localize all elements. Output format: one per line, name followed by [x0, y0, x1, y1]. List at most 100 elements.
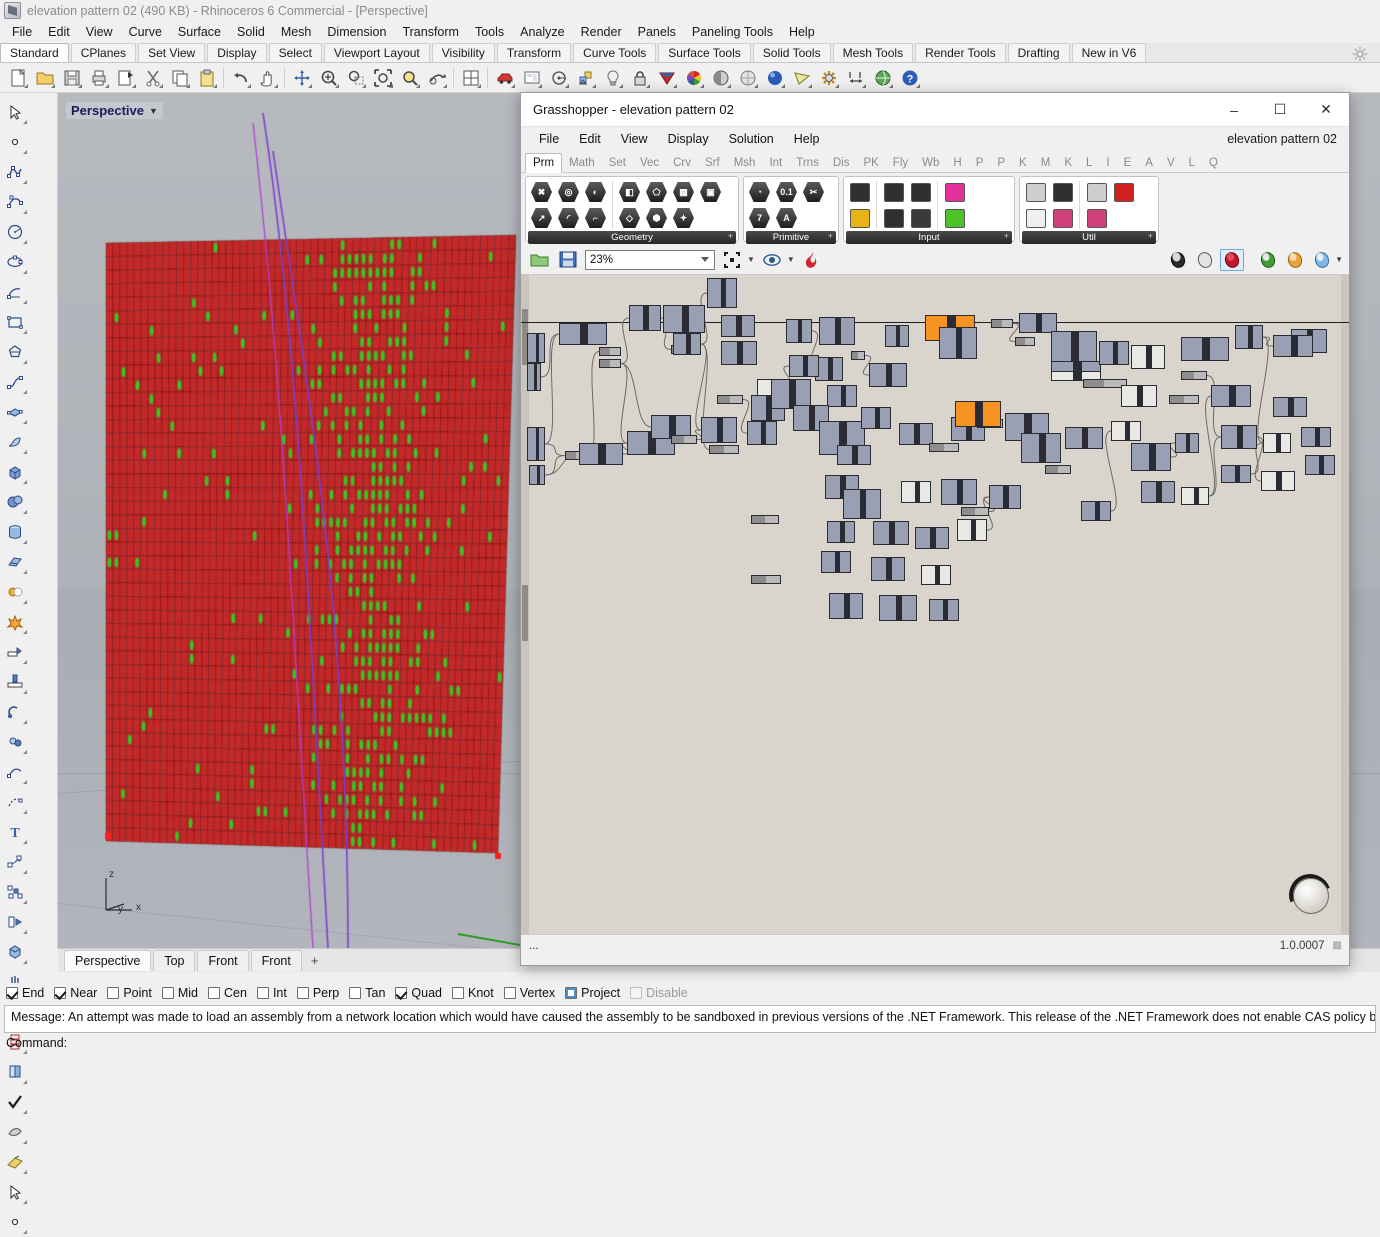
- render-icon[interactable]: [761, 65, 788, 91]
- group-icon[interactable]: [1023, 180, 1048, 204]
- gh-node[interactable]: [827, 521, 855, 543]
- zoom-in-icon[interactable]: [315, 65, 342, 91]
- circle-icon[interactable]: ◎: [556, 180, 581, 204]
- gh-number-slider[interactable]: [1045, 465, 1071, 474]
- dimension-icon[interactable]: [842, 65, 869, 91]
- rotate-view-icon[interactable]: [288, 65, 315, 91]
- toolbar-tab-set-view[interactable]: Set View: [138, 43, 206, 62]
- gh-tab-wb-12[interactable]: Wb: [915, 154, 946, 172]
- checkbox-icon[interactable]: [349, 987, 362, 999]
- cluster-icon[interactable]: [1050, 180, 1075, 204]
- osnap-perp[interactable]: Perp: [296, 986, 339, 1000]
- select-arrow-icon[interactable]: [0, 97, 29, 127]
- gh-number-slider[interactable]: [717, 395, 743, 404]
- gh-menu-help[interactable]: Help: [784, 129, 830, 149]
- gh-number-slider[interactable]: [599, 359, 621, 368]
- trim-icon[interactable]: [0, 637, 29, 667]
- gh-node[interactable]: [529, 465, 545, 485]
- menu-item-tools[interactable]: Tools: [467, 23, 512, 41]
- plane-icon[interactable]: ◇: [617, 206, 642, 230]
- gh-tab-q-25[interactable]: Q: [1202, 154, 1225, 172]
- boolean-intersection-icon[interactable]: [0, 787, 29, 817]
- wireframe-preview-icon[interactable]: [1193, 249, 1217, 271]
- gh-number-slider[interactable]: [1169, 395, 1199, 404]
- gh-number-slider[interactable]: [1181, 371, 1207, 380]
- gradient-icon[interactable]: [942, 180, 967, 204]
- gh-node[interactable]: [1131, 345, 1165, 369]
- toolbar-tab-surface-tools[interactable]: Surface Tools: [658, 43, 751, 62]
- menu-item-analyze[interactable]: Analyze: [512, 23, 572, 41]
- polyline-icon[interactable]: [0, 157, 29, 187]
- gh-tab-a-22[interactable]: A: [1138, 154, 1160, 172]
- gh-node[interactable]: [1273, 335, 1313, 357]
- gh-menu-edit[interactable]: Edit: [569, 129, 611, 149]
- gh-node[interactable]: [819, 317, 855, 345]
- chevron-down-icon[interactable]: ▼: [1335, 255, 1343, 264]
- gh-tab-m-17[interactable]: M: [1034, 154, 1058, 172]
- earth-icon[interactable]: [869, 65, 896, 91]
- checkbox-icon[interactable]: [565, 987, 578, 999]
- menu-item-panels[interactable]: Panels: [630, 23, 684, 41]
- toolbar-tab-render-tools[interactable]: Render Tools: [915, 43, 1006, 62]
- gh-node[interactable]: [1051, 331, 1097, 365]
- fillet-icon[interactable]: [0, 697, 29, 727]
- ribbon-expand-icon[interactable]: +: [828, 231, 833, 241]
- gh-node[interactable]: [837, 445, 871, 465]
- cylinder-icon[interactable]: [0, 517, 29, 547]
- boolean-icon[interactable]: ◔: [747, 180, 772, 204]
- checkbox-icon[interactable]: [630, 987, 643, 999]
- stack-icon[interactable]: [0, 1087, 29, 1117]
- data-recorder-icon[interactable]: [1050, 206, 1075, 230]
- knob-icon[interactable]: [881, 206, 906, 230]
- gh-node[interactable]: [941, 479, 977, 505]
- surface-icon[interactable]: ◧: [617, 180, 642, 204]
- menu-item-surface[interactable]: Surface: [170, 23, 229, 41]
- gh-node-highlighted[interactable]: [955, 401, 1001, 427]
- copy-object-icon[interactable]: [0, 1117, 29, 1147]
- gh-node[interactable]: [629, 305, 661, 331]
- gh-node[interactable]: [1131, 443, 1171, 471]
- osnap-int[interactable]: Int: [256, 986, 287, 1000]
- checkbox-icon[interactable]: [503, 987, 516, 999]
- osnap-knot[interactable]: Knot: [452, 986, 494, 1000]
- bake-flame-icon[interactable]: [800, 249, 824, 271]
- geometry-point-icon[interactable]: ✖: [529, 180, 554, 204]
- osnap-cen[interactable]: Cen: [208, 986, 247, 1000]
- grid-array-icon[interactable]: [0, 1057, 29, 1087]
- check-icon[interactable]: [0, 1147, 29, 1177]
- menu-item-transform[interactable]: Transform: [394, 23, 467, 41]
- integer-icon[interactable]: 7: [747, 206, 772, 230]
- zoom-dynamic-icon[interactable]: [423, 65, 450, 91]
- gh-menu-view[interactable]: View: [611, 129, 658, 149]
- gh-node[interactable]: [871, 557, 905, 581]
- gh-number-slider[interactable]: [671, 435, 697, 444]
- gh-node[interactable]: [721, 315, 755, 337]
- control-point-curve-icon[interactable]: [0, 187, 29, 217]
- move-icon[interactable]: [0, 907, 29, 937]
- gh-tab-p-14[interactable]: P: [969, 154, 991, 172]
- surface-from-points-icon[interactable]: [0, 397, 29, 427]
- gh-node[interactable]: [721, 341, 757, 365]
- gh-node[interactable]: [527, 363, 541, 391]
- gh-node[interactable]: [989, 485, 1021, 509]
- gh-node[interactable]: [1175, 433, 1199, 453]
- gh-node[interactable]: [1181, 337, 1229, 361]
- button-icon[interactable]: [881, 180, 906, 204]
- toolbar-tab-standard[interactable]: Standard: [0, 43, 69, 62]
- preview-blue-icon[interactable]: [1310, 249, 1334, 271]
- array-icon[interactable]: [0, 937, 29, 967]
- menu-item-paneling-tools[interactable]: Paneling Tools: [684, 23, 781, 41]
- gh-tab-v-23[interactable]: V: [1160, 154, 1182, 172]
- save-file-icon[interactable]: [556, 249, 580, 271]
- viewport-tab-top-1[interactable]: Top: [153, 950, 196, 971]
- rectangle-icon[interactable]: [0, 307, 29, 337]
- open-file-icon[interactable]: [527, 249, 551, 271]
- copy-icon[interactable]: [166, 65, 193, 91]
- toolbar-tab-viewport-layout[interactable]: Viewport Layout: [323, 43, 430, 62]
- toolbar-tab-curve-tools[interactable]: Curve Tools: [573, 43, 657, 62]
- point-circle-icon[interactable]: [545, 65, 572, 91]
- gh-tab-int-7[interactable]: Int: [762, 154, 789, 172]
- gh-tab-crv-4[interactable]: Crv: [666, 154, 698, 172]
- transform-icon[interactable]: ✦: [671, 206, 696, 230]
- chevron-down-icon[interactable]: ▼: [787, 255, 795, 264]
